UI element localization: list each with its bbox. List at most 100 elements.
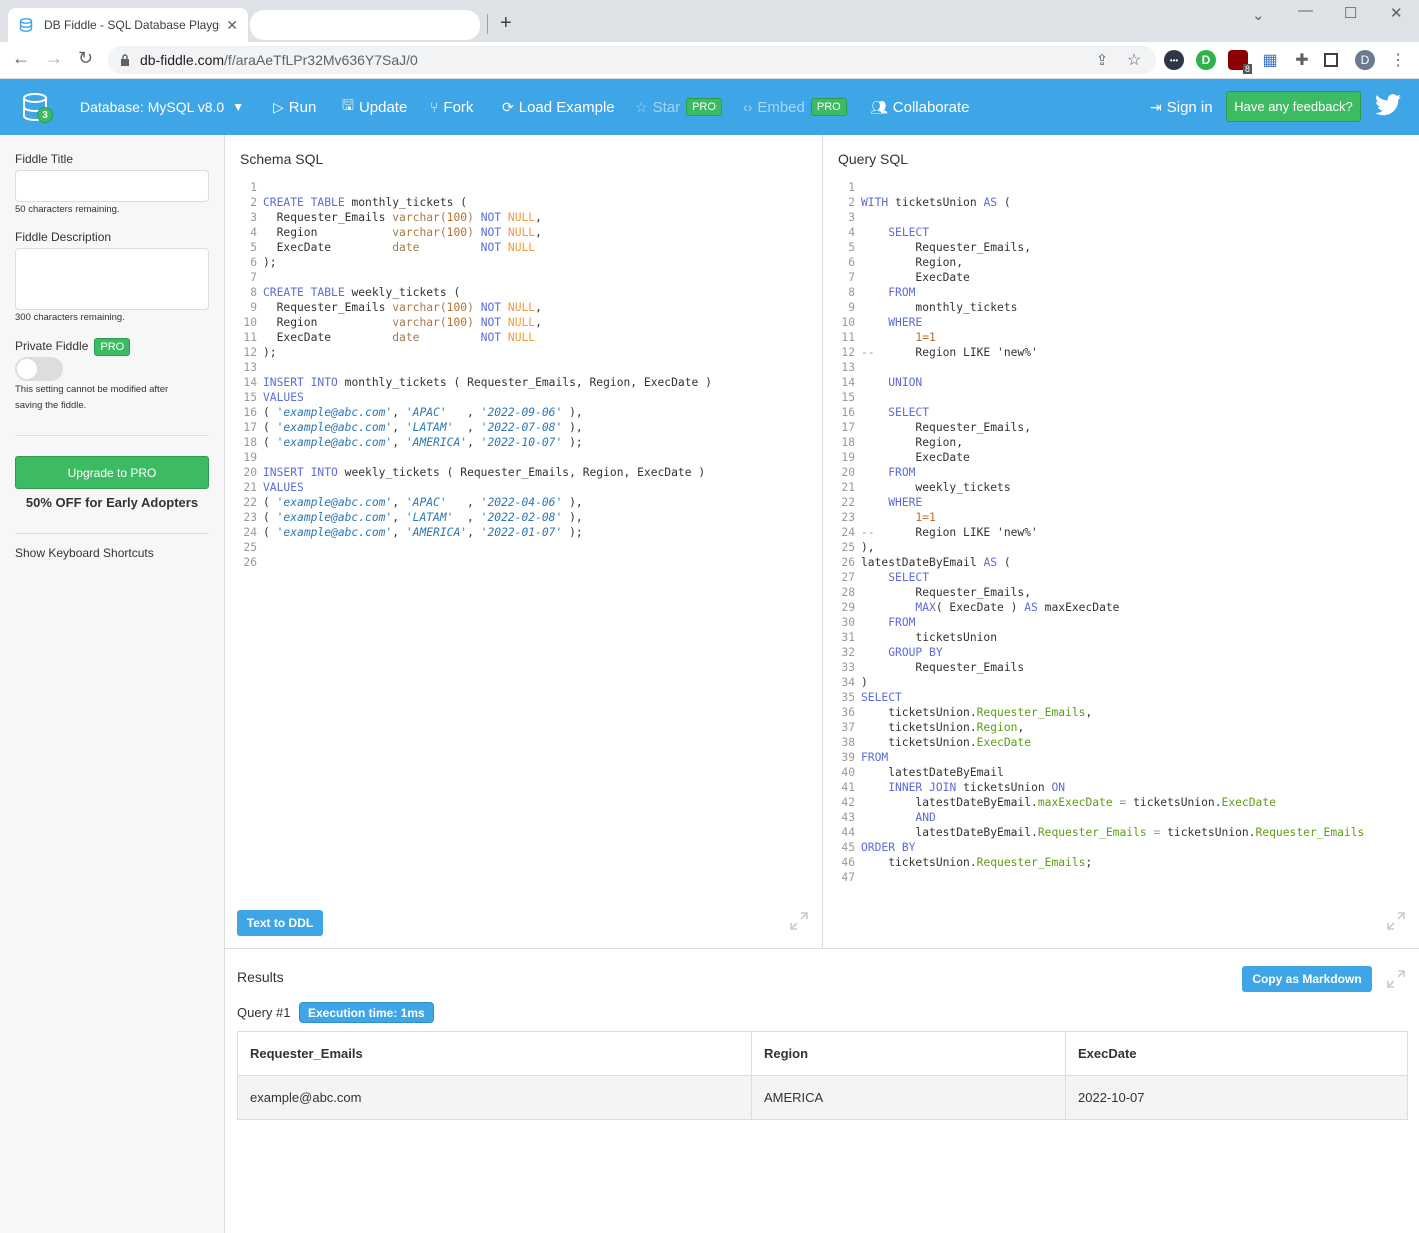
minimize-icon[interactable]: —	[1298, 2, 1313, 19]
code-line[interactable]: 2 WITH ticketsUnion AS (	[833, 195, 1364, 210]
new-tab-icon[interactable]: +	[500, 12, 512, 35]
code-line[interactable]: 33 Requester_Emails	[833, 660, 1364, 675]
code-line[interactable]: 19	[235, 450, 712, 465]
code-line[interactable]: 10 Region varchar(100) NOT NULL,	[235, 315, 712, 330]
browser-tab-redacted[interactable]	[250, 10, 480, 40]
code-line[interactable]: 45 ORDER BY	[833, 840, 1364, 855]
reload-icon[interactable]: ↻	[78, 48, 93, 69]
ublock-extension-icon[interactable]: 8	[1228, 50, 1252, 74]
code-line[interactable]: 13	[833, 360, 1364, 375]
code-line[interactable]: 28 Requester_Emails,	[833, 585, 1364, 600]
code-line[interactable]: 18 ( 'example@abc.com', 'AMERICA', '2022-…	[235, 435, 712, 450]
twitter-icon[interactable]	[1375, 94, 1401, 116]
show-keyboard-shortcuts-link[interactable]: Show Keyboard Shortcuts	[15, 546, 154, 560]
browser-tab-active[interactable]: DB Fiddle - SQL Database Playground ✕	[8, 8, 248, 42]
code-line[interactable]: 39 FROM	[833, 750, 1364, 765]
code-line[interactable]: 34)	[833, 675, 1364, 690]
code-line[interactable]: 7	[235, 270, 712, 285]
code-line[interactable]: 3	[833, 210, 1364, 225]
code-line[interactable]: 22 ( 'example@abc.com', 'APAC' , '2022-04…	[235, 495, 712, 510]
collaborate-button[interactable]: 👥︎ Collaborate	[870, 79, 970, 135]
query-sql-editor[interactable]: 1 2 WITH ticketsUnion AS (3 4 SELECT 5 Reque…	[833, 180, 1364, 885]
sign-in-button[interactable]: ⇥ Sign in	[1150, 79, 1213, 135]
close-tab-icon[interactable]: ✕	[226, 17, 238, 34]
code-line[interactable]: 11 ExecDate date NOT NULL	[235, 330, 712, 345]
copy-as-markdown-button[interactable]: Copy as Markdown	[1242, 966, 1372, 992]
code-line[interactable]: 29 MAX( ExecDate ) AS maxExecDate	[833, 600, 1364, 615]
code-line[interactable]: 21 weekly_tickets	[833, 480, 1364, 495]
code-line[interactable]: 16 SELECT	[833, 405, 1364, 420]
code-line[interactable]: 19 ExecDate	[833, 450, 1364, 465]
schema-sql-editor[interactable]: 1 2 CREATE TABLE monthly_tickets (3 Reques…	[235, 180, 712, 570]
expand-query-icon[interactable]	[1385, 910, 1407, 932]
code-line[interactable]: 25),	[833, 540, 1364, 555]
close-window-icon[interactable]: ✕	[1390, 4, 1403, 22]
feedback-button[interactable]: Have any feedback?	[1226, 91, 1361, 122]
code-line[interactable]: 18 Region,	[833, 435, 1364, 450]
code-line[interactable]: 22 WHERE	[833, 495, 1364, 510]
code-line[interactable]: 14 UNION	[833, 375, 1364, 390]
load-example-button[interactable]: ⟳ Load Example	[502, 79, 615, 135]
code-line[interactable]: 35 SELECT	[833, 690, 1364, 705]
code-line[interactable]: 1	[833, 180, 1364, 195]
code-line[interactable]: 8 CREATE TABLE weekly_tickets (	[235, 285, 712, 300]
code-line[interactable]: 42 latestDateByEmail.maxExecDate = ticke…	[833, 795, 1364, 810]
code-line[interactable]: 25	[235, 540, 712, 555]
fork-button[interactable]: ⑂ Fork	[430, 79, 473, 135]
code-line[interactable]: 21 VALUES	[235, 480, 712, 495]
code-line[interactable]: 10 WHERE	[833, 315, 1364, 330]
code-line[interactable]: 12 -- Region LIKE 'new%'	[833, 345, 1364, 360]
code-line[interactable]: 40 latestDateByEmail	[833, 765, 1364, 780]
code-line[interactable]: 15 VALUES	[235, 390, 712, 405]
star-button[interactable]: ☆ Star PRO	[635, 79, 722, 135]
code-line[interactable]: 47	[833, 870, 1364, 885]
side-panel-icon[interactable]	[1324, 53, 1338, 67]
tab-search-icon[interactable]: ⌄	[1252, 6, 1265, 24]
code-line[interactable]: 12);	[235, 345, 712, 360]
code-line[interactable]: 5 ExecDate date NOT NULL	[235, 240, 712, 255]
browser-menu-icon[interactable]: ⋮	[1388, 50, 1408, 70]
code-line[interactable]: 16 ( 'example@abc.com', 'APAC' , '2022-09…	[235, 405, 712, 420]
embed-button[interactable]: ‹› Embed PRO	[743, 79, 847, 135]
fiddle-title-input[interactable]	[15, 170, 209, 202]
expand-schema-icon[interactable]	[788, 910, 810, 932]
code-line[interactable]: 20 INSERT INTO weekly_tickets ( Requester…	[235, 465, 712, 480]
code-line[interactable]: 17 ( 'example@abc.com', 'LATAM' , '2022-0…	[235, 420, 712, 435]
code-line[interactable]: 4 Region varchar(100) NOT NULL,	[235, 225, 712, 240]
code-line[interactable]: 15	[833, 390, 1364, 405]
code-line[interactable]: 46 ticketsUnion.Requester_Emails;	[833, 855, 1364, 870]
maximize-icon[interactable]: ☐	[1344, 4, 1357, 22]
table-extension-icon[interactable]: ▦	[1260, 50, 1280, 70]
green-extension-icon[interactable]: D	[1196, 50, 1216, 70]
extensions-puzzle-icon[interactable]: ✚	[1292, 50, 1312, 70]
code-line[interactable]: 37 ticketsUnion.Region,	[833, 720, 1364, 735]
code-line[interactable]: 11 1=1	[833, 330, 1364, 345]
code-line[interactable]: 9 Requester_Emails varchar(100) NOT NULL…	[235, 300, 712, 315]
code-line[interactable]: 8 FROM	[833, 285, 1364, 300]
code-line[interactable]: 23 ( 'example@abc.com', 'LATAM' , '2022-0…	[235, 510, 712, 525]
code-line[interactable]: 36 ticketsUnion.Requester_Emails,	[833, 705, 1364, 720]
code-line[interactable]: 27 SELECT	[833, 570, 1364, 585]
code-line[interactable]: 38 ticketsUnion.ExecDate	[833, 735, 1364, 750]
code-line[interactable]: 32 GROUP BY	[833, 645, 1364, 660]
run-button[interactable]: ▷ Run	[273, 79, 316, 135]
private-fiddle-toggle[interactable]	[15, 357, 63, 381]
code-line[interactable]: 13	[235, 360, 712, 375]
code-line[interactable]: 6);	[235, 255, 712, 270]
forward-icon[interactable]: →	[45, 48, 63, 69]
database-selector[interactable]: Database: MySQL v8.0 ▼	[80, 79, 244, 135]
code-line[interactable]: 24 -- Region LIKE 'new%'	[833, 525, 1364, 540]
expand-results-icon[interactable]	[1385, 968, 1407, 990]
share-icon[interactable]: ⇪	[1092, 50, 1112, 70]
back-icon[interactable]: ←	[12, 48, 30, 69]
code-line[interactable]: 43 AND	[833, 810, 1364, 825]
profile-avatar[interactable]: D	[1355, 50, 1375, 70]
code-line[interactable]: 1	[235, 180, 712, 195]
code-line[interactable]: 23 1=1	[833, 510, 1364, 525]
code-line[interactable]: 5 Requester_Emails,	[833, 240, 1364, 255]
code-line[interactable]: 4 SELECT	[833, 225, 1364, 240]
code-line[interactable]: 41 INNER JOIN ticketsUnion ON	[833, 780, 1364, 795]
code-line[interactable]: 7 ExecDate	[833, 270, 1364, 285]
code-line[interactable]: 9 monthly_tickets	[833, 300, 1364, 315]
code-line[interactable]: 2 CREATE TABLE monthly_tickets (	[235, 195, 712, 210]
